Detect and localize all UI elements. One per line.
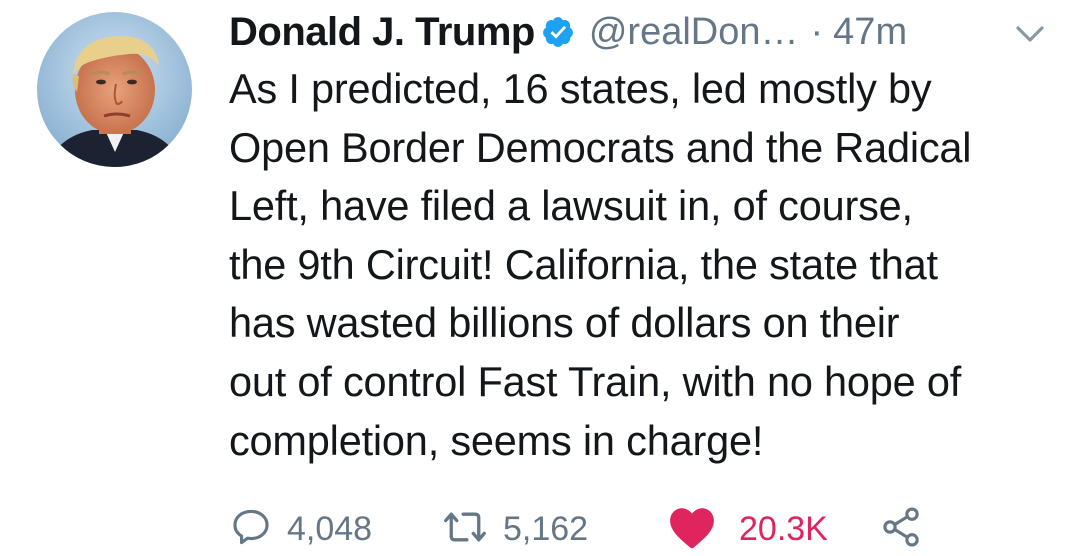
avatar[interactable] [37, 12, 192, 167]
tweet-text: As I predicted, 16 states, led mostly by… [229, 60, 1059, 470]
heart-icon [667, 504, 717, 555]
tweet-text-line: the 9th Circuit! California, the state t… [229, 240, 938, 288]
tweet-timestamp[interactable]: 47m [833, 11, 907, 54]
header-separator: · [810, 10, 824, 53]
retweet-icon [441, 505, 489, 554]
tweet-text-line: As I predicted, 16 states, led mostly by [229, 65, 932, 112]
reply-count: 4,048 [287, 509, 373, 548]
tweet-actions: 4,048 5,162 20.3K [229, 502, 989, 556]
chevron-down-icon[interactable] [1012, 20, 1048, 48]
verified-badge-icon [541, 15, 575, 49]
display-name[interactable]: Donald J. Trump [229, 10, 535, 55]
reply-bubble-icon [229, 505, 273, 554]
tweet-text-line: completion, seems in charge! [229, 416, 764, 464]
profile-photo-icon [37, 12, 192, 167]
tweet-header: Donald J. Trump @realDon… · 47m [229, 6, 907, 58]
share-button[interactable] [879, 502, 923, 556]
tweet-text-line: Left, have filed a lawsuit in, of course… [229, 182, 913, 230]
author-handle[interactable]: @realDon… [589, 11, 799, 54]
tweet-text-line: has wasted billions of dollars on their [229, 299, 900, 347]
tweet-text-line: out of control Fast Train, with no hope … [229, 357, 962, 405]
share-icon [879, 505, 923, 554]
like-count: 20.3K [739, 509, 828, 548]
retweet-count: 5,162 [503, 509, 589, 548]
tweet-card: Donald J. Trump @realDon… · 47m As I pre… [0, 0, 1080, 555]
reply-button[interactable]: 4,048 [229, 502, 372, 556]
tweet-text-line: Open Border Democrats and the Radical [229, 123, 972, 171]
retweet-button[interactable]: 5,162 [441, 502, 588, 556]
like-button[interactable]: 20.3K [667, 502, 828, 556]
